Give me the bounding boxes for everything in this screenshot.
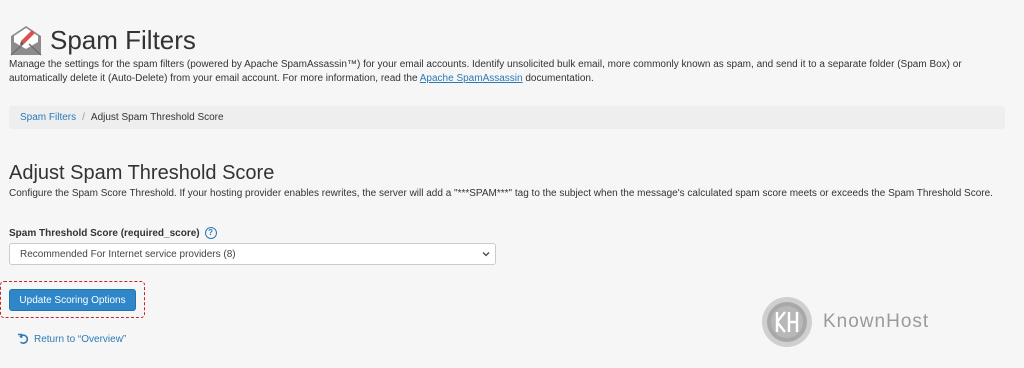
help-icon[interactable]: ? [204, 227, 217, 239]
threshold-label-text: Spam Threshold Score (required_score) [9, 227, 200, 239]
knownhost-wordmark: KnownHost [823, 311, 930, 332]
section-title: Adjust Spam Threshold Score [9, 161, 275, 184]
breadcrumb-current: Adjust Spam Threshold Score [90, 112, 224, 123]
threshold-score-select[interactable]: Recommended For Internet service provide… [9, 243, 496, 265]
section-description: Configure the Spam Score Threshold. If y… [9, 188, 993, 199]
update-scoring-options-button[interactable]: Update Scoring Options [9, 289, 136, 311]
page-description: Manage the settings for the spam filters… [9, 58, 1009, 85]
page-title: Spam Filters [50, 25, 196, 56]
chevron-down-icon [482, 252, 490, 257]
undo-arrow-icon [18, 333, 29, 344]
description-suffix: documentation. [522, 72, 594, 84]
return-link-label: Return to “Overview” [34, 333, 127, 345]
breadcrumb-separator: / [82, 112, 85, 123]
knownhost-watermark: KnownHost [761, 296, 929, 348]
threshold-field-label: Spam Threshold Score (required_score) ? [9, 227, 217, 239]
mail-filter-icon [10, 26, 42, 56]
spamassassin-doc-link[interactable]: Apache SpamAssassin [420, 73, 523, 84]
threshold-selected-value: Recommended For Internet service provide… [20, 248, 236, 260]
breadcrumb: Spam Filters / Adjust Spam Threshold Sco… [9, 106, 1005, 129]
breadcrumb-spam-filters-link[interactable]: Spam Filters [20, 112, 76, 123]
return-to-overview-link[interactable]: Return to “Overview” [17, 333, 126, 345]
knownhost-logo-icon [762, 297, 812, 347]
